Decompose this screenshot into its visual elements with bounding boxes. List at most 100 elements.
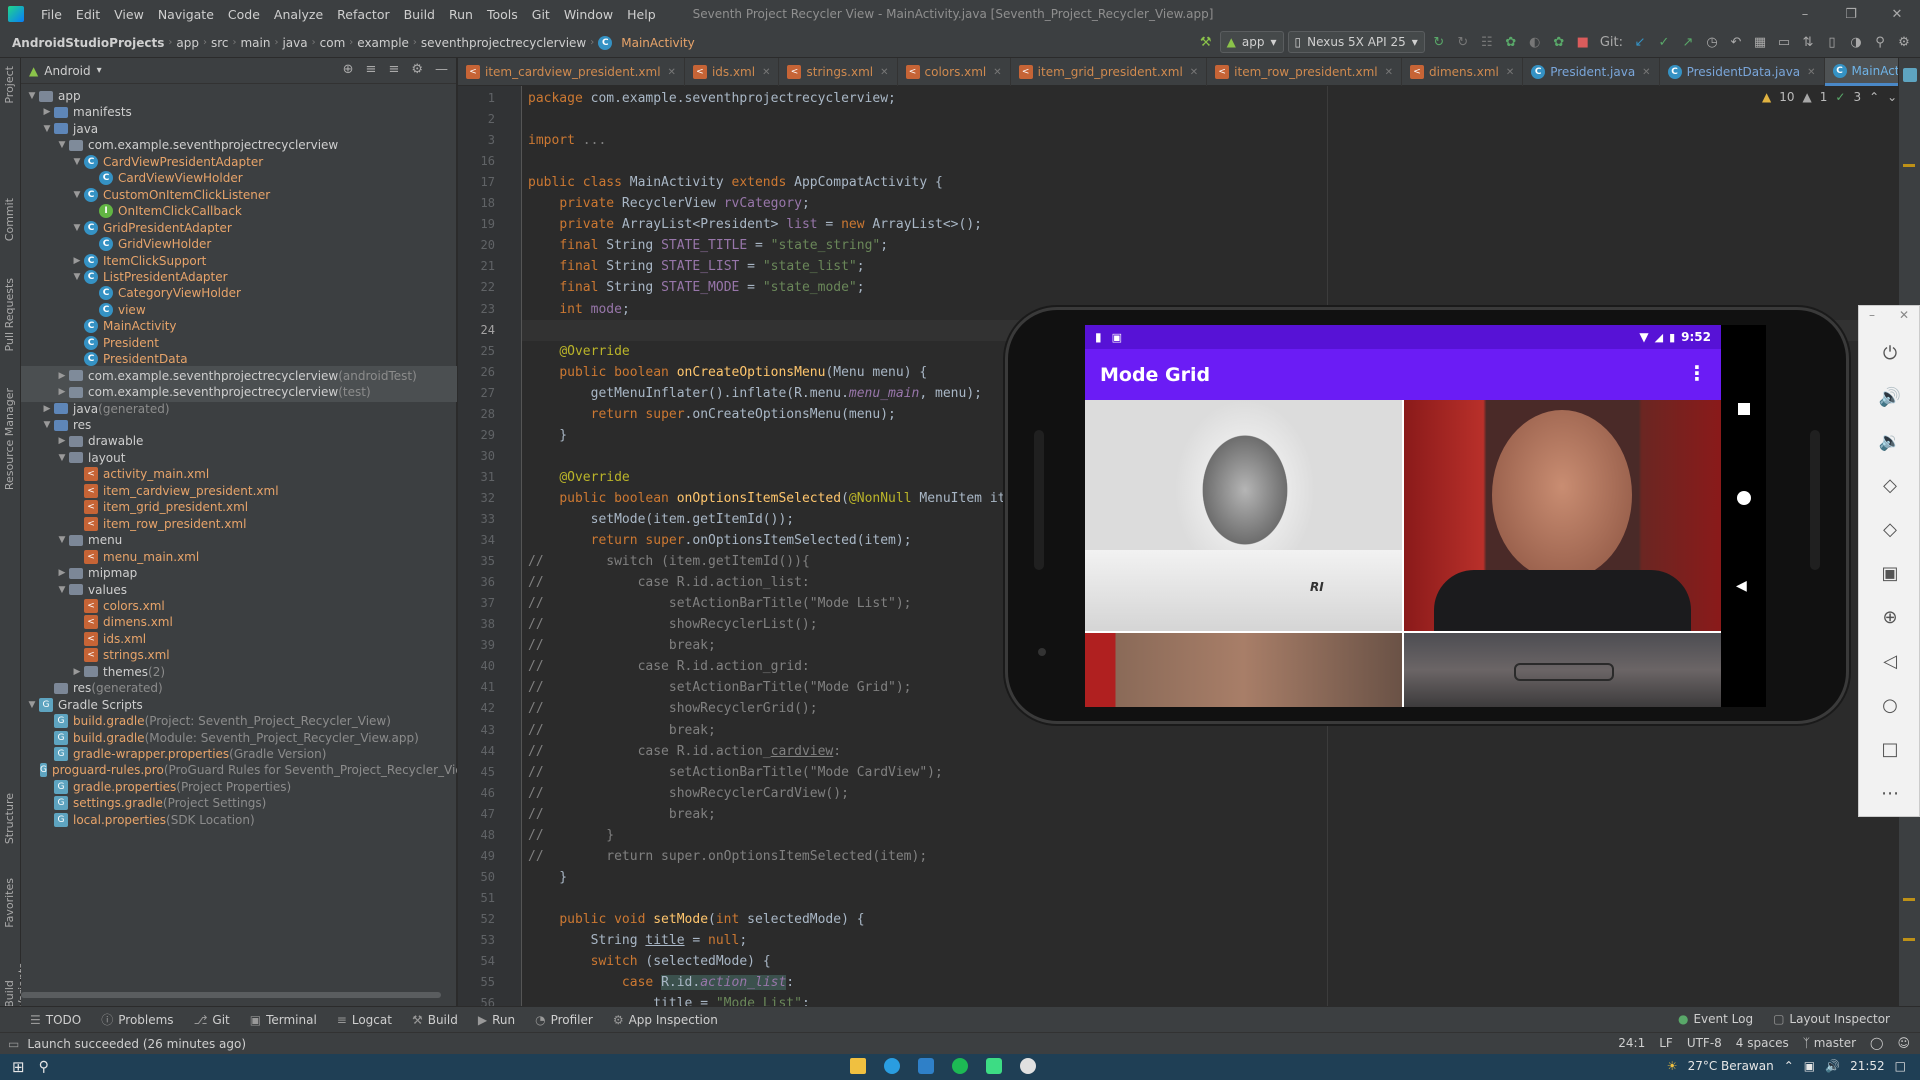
code-line[interactable]: final String STATE_LIST = "state_list"; [528, 256, 864, 277]
obs-icon[interactable] [1020, 1058, 1036, 1074]
emulator-minimize-icon[interactable]: – [1869, 308, 1875, 322]
zoom-icon[interactable]: ⊕ [1859, 600, 1920, 634]
close-tab-icon[interactable]: ✕ [1190, 67, 1198, 78]
code-line[interactable]: private ArrayList<President> list = new … [528, 214, 982, 235]
bottom-tab-logcat[interactable]: ≡ Logcat [327, 1011, 402, 1028]
chevron-right-icon[interactable]: ▶ [55, 436, 69, 446]
chevron-down-icon[interactable]: ▼ [55, 535, 69, 545]
emulator-screen[interactable]: ▮ ▣ ▼ ◢ ▮ 9:52 Mode Grid ⋮ RI RI ◀ [1085, 325, 1766, 707]
editor-tab[interactable]: C President.java ✕ [1523, 58, 1660, 86]
chevron-down-icon[interactable]: ▾ [97, 65, 102, 76]
breadcrumb-item[interactable]: MainActivity [617, 36, 699, 50]
code-line[interactable]: // showRecyclerList(); [528, 614, 818, 635]
menu-item-help[interactable]: Help [620, 7, 663, 22]
editor-tab[interactable]: C PresidentData.java ✕ [1660, 58, 1825, 86]
device-manager-icon[interactable]: ▯ [1822, 31, 1842, 53]
editor-tab[interactable]: < ids.xml ✕ [685, 58, 780, 86]
editor-tab[interactable]: < item_grid_president.xml ✕ [1011, 58, 1208, 86]
code-line[interactable]: // case R.id.action_cardview: [528, 741, 841, 762]
bottom-tab-profiler[interactable]: ◔ Profiler [525, 1011, 603, 1028]
notifications-icon[interactable]: □ [1895, 1059, 1906, 1073]
edge-icon[interactable] [884, 1058, 900, 1074]
chevron-down-icon[interactable]: ▼ [40, 420, 54, 430]
close-icon[interactable]: ✕ [1874, 0, 1920, 28]
git-update-icon[interactable]: ↙ [1630, 31, 1650, 53]
rotate-right-icon[interactable]: ◇ [1859, 512, 1920, 546]
chevron-right-icon[interactable]: ▶ [70, 667, 84, 677]
breadcrumb-item[interactable]: example [353, 36, 413, 50]
code-line[interactable]: package com.example.seventhprojectrecycl… [528, 88, 896, 109]
grid-item-photo[interactable] [1404, 633, 1721, 707]
caret-position[interactable]: 24:1 [1618, 1036, 1645, 1050]
profile-icon[interactable]: ◐ [1525, 31, 1545, 53]
menu-item-window[interactable]: Window [557, 7, 620, 22]
recents-icon[interactable] [1738, 403, 1750, 415]
search-icon[interactable]: ⚲ [1870, 31, 1890, 53]
grid-item-photo[interactable]: RI [1085, 400, 1402, 631]
settings-gear-icon[interactable]: ⚙ [411, 62, 423, 77]
code-line[interactable]: // break; [528, 635, 716, 656]
home-icon[interactable] [1737, 491, 1751, 505]
menu-item-view[interactable]: View [107, 7, 151, 22]
breadcrumb-item[interactable]: seventhprojectrecyclerview [417, 36, 590, 50]
tool-tab-structure[interactable]: Structure [3, 793, 16, 844]
apply-code-changes-icon[interactable]: ↻ [1453, 31, 1473, 53]
inspection-widget[interactable]: ▲ 10 ▲ 1 ✓ 3 ⌃ ⌄ [1762, 90, 1897, 104]
breadcrumb-item[interactable]: src [207, 36, 233, 50]
code-line[interactable]: final String STATE_MODE = "state_mode"; [528, 277, 864, 298]
bottom-tab-layout-inspector[interactable]: ▢ Layout Inspector [1763, 1012, 1900, 1026]
chevron-down-icon[interactable]: ▼ [25, 700, 39, 710]
status-message[interactable]: Launch succeeded (26 minutes ago) [27, 1037, 246, 1051]
close-tab-icon[interactable]: ✕ [1642, 67, 1650, 78]
git-push-icon[interactable]: ↗ [1678, 31, 1698, 53]
breadcrumb-item[interactable]: com [316, 36, 350, 50]
close-tab-icon[interactable]: ✕ [993, 67, 1001, 78]
close-tab-icon[interactable]: ✕ [668, 67, 676, 78]
chevron-right-icon[interactable]: ▶ [40, 404, 54, 414]
code-line[interactable]: title = "Mode List"; [528, 993, 810, 1006]
code-line[interactable]: // showRecyclerCardView(); [528, 783, 849, 804]
editor-tab[interactable]: < item_cardview_president.xml ✕ [458, 58, 685, 86]
editor-tab[interactable]: < colors.xml ✕ [898, 58, 1011, 86]
code-line[interactable]: // break; [528, 804, 716, 825]
overview-icon[interactable]: □ [1859, 732, 1920, 766]
bottom-tab-build[interactable]: ⚒ Build [402, 1011, 468, 1028]
bottom-tab-terminal[interactable]: ▣ Terminal [240, 1011, 327, 1028]
chevron-right-icon[interactable]: ▶ [70, 256, 84, 266]
editor-tab[interactable]: < strings.xml ✕ [779, 58, 898, 86]
weather-label[interactable]: 27°C Berawan [1688, 1059, 1774, 1073]
gradle-icon[interactable] [1903, 68, 1917, 82]
tray-chevron-icon[interactable]: ⌃ [1784, 1059, 1794, 1073]
sync-gradle-icon[interactable]: ⇅ [1798, 31, 1818, 53]
project-structure-icon[interactable]: ▦ [1750, 31, 1770, 53]
chevron-down-icon[interactable]: ▼ [55, 140, 69, 150]
restore-icon[interactable]: ❐ [1828, 0, 1874, 28]
breadcrumb-item[interactable]: main [236, 36, 274, 50]
line-separator[interactable]: LF [1659, 1036, 1673, 1050]
menu-item-code[interactable]: Code [221, 7, 267, 22]
power-icon[interactable]: ⏻ [1859, 336, 1920, 370]
code-line[interactable]: } [528, 425, 567, 446]
more-vert-icon[interactable]: ⋮ [1687, 361, 1707, 385]
network-icon[interactable]: ▣ [1804, 1059, 1815, 1073]
breadcrumb-item[interactable]: java [278, 36, 311, 50]
clock-label[interactable]: 21:52 [1850, 1059, 1885, 1073]
attach-debugger-icon[interactable]: ✿ [1549, 31, 1569, 53]
chevron-down-icon[interactable]: ▼ [40, 124, 54, 134]
volume-down-icon[interactable]: 🔉 [1859, 424, 1920, 458]
bottom-tab-event-log[interactable]: ● Event Log [1668, 1012, 1763, 1026]
code-line[interactable]: private RecyclerView rvCategory; [528, 193, 809, 214]
device-select[interactable]: ▯ Nexus 5X API 25 ▾ [1287, 31, 1425, 53]
git-branch[interactable]: ᛉ master [1803, 1036, 1856, 1050]
assistant-icon[interactable]: ◑ [1846, 31, 1866, 53]
locate-file-icon[interactable]: ⊕ [343, 62, 354, 77]
bottom-tab-todo[interactable]: ☰ TODO [20, 1011, 91, 1028]
code-line[interactable]: setMode(item.getItemId()); [528, 509, 795, 530]
close-tab-icon[interactable]: ✕ [880, 67, 888, 78]
run-coverage-icon[interactable]: ☷ [1477, 31, 1497, 53]
code-line[interactable]: public void setMode(int selectedMode) { [528, 909, 864, 930]
volume-up-icon[interactable]: 🔊 [1859, 380, 1920, 414]
vscode-icon[interactable] [918, 1058, 934, 1074]
rotate-left-icon[interactable]: ◇ [1859, 468, 1920, 502]
chevron-down-icon[interactable]: ▼ [70, 157, 84, 167]
